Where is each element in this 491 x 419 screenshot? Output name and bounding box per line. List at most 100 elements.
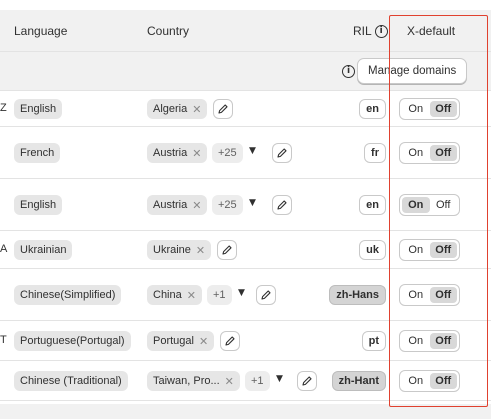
info-icon[interactable]: i	[342, 65, 355, 78]
language-chip: Chinese (Traditional)	[14, 371, 128, 391]
country-label: Taiwan, Pro...	[153, 375, 220, 387]
table-footer	[0, 404, 491, 419]
info-icon[interactable]: i	[374, 24, 388, 38]
pencil-icon	[260, 289, 272, 301]
country-chip: Ukraine ✕	[147, 240, 212, 260]
header-ril: RIL i	[353, 24, 388, 38]
table-row: A Ukrainian Ukraine ✕ uk On Off	[0, 231, 491, 269]
toggle-off-option[interactable]: Off	[429, 333, 457, 349]
language-label: Chinese(Simplified)	[20, 289, 116, 301]
ril-code: en	[359, 195, 386, 215]
edit-button[interactable]	[213, 99, 233, 119]
header-x-default: X-default	[407, 24, 456, 38]
country-label: Austria	[153, 147, 188, 159]
x-default-toggle[interactable]: On Off	[399, 142, 460, 164]
language-chip: English	[14, 99, 63, 119]
remove-icon[interactable]: ✕	[187, 289, 196, 302]
chevron-down-icon[interactable]: ▼	[249, 198, 256, 208]
language-label: French	[20, 147, 55, 159]
manage-domains-button[interactable]: Manage domains	[357, 58, 468, 84]
ril-code: pt	[361, 331, 386, 351]
more-countries-badge[interactable]: +1	[207, 285, 232, 305]
edit-button[interactable]	[217, 240, 237, 260]
toggle-off-option[interactable]: Off	[429, 101, 457, 117]
chevron-down-icon[interactable]: ▼	[238, 288, 245, 298]
language-chip: English	[14, 195, 63, 215]
remove-icon[interactable]: ✕	[192, 103, 201, 116]
country-label: Ukraine	[153, 244, 191, 256]
toggle-on-option[interactable]: On	[402, 333, 430, 349]
language-chip: Chinese(Simplified)	[14, 285, 122, 305]
chevron-down-icon[interactable]: ▼	[249, 146, 256, 156]
toggle-off-option[interactable]: Off	[429, 287, 457, 303]
language-label: Ukrainian	[20, 244, 67, 256]
country-label: Portugal	[153, 335, 194, 347]
x-default-toggle[interactable]: On Off	[399, 239, 460, 261]
table-row: Z English Algeria ✕ en On Off	[0, 91, 491, 127]
more-countries-badge[interactable]: +25	[212, 143, 243, 163]
table-row: French Austria ✕ +25 ▼ fr On Off	[0, 127, 491, 179]
x-default-toggle[interactable]: On Off	[399, 194, 460, 216]
ril-code: zh-Hant	[331, 371, 386, 391]
edit-button[interactable]	[220, 331, 240, 351]
language-chip: Portuguese(Portugal)	[14, 331, 131, 351]
pencil-icon	[224, 335, 236, 347]
edit-button[interactable]	[256, 285, 276, 305]
x-default-toggle[interactable]: On Off	[399, 370, 460, 392]
header-language: Language	[14, 24, 68, 38]
x-default-toggle[interactable]: On Off	[399, 98, 460, 120]
table-row: Chinese (Traditional) Taiwan, Pro... ✕ +1 ▼ z…	[0, 361, 491, 401]
country-chip: Austria ✕	[147, 143, 208, 163]
more-countries-badge[interactable]: +25	[212, 195, 243, 215]
table-header: Language Country RIL i X-default	[0, 10, 491, 52]
ril-code: en	[359, 99, 386, 119]
ril-code: uk	[359, 240, 386, 260]
toggle-off-option[interactable]: Off	[430, 197, 458, 213]
table-row: T Portuguese(Portugal) Portugal ✕ pt On Off	[0, 321, 491, 361]
chevron-down-icon[interactable]: ▼	[276, 374, 283, 384]
country-label: Algeria	[153, 103, 188, 115]
country-chip: China ✕	[147, 285, 202, 305]
remove-icon[interactable]: ✕	[199, 335, 208, 348]
language-chip: Ukrainian	[14, 240, 73, 260]
ril-code: zh-Hans	[329, 285, 386, 305]
language-chip: French	[14, 143, 61, 163]
toggle-off-option[interactable]: Off	[429, 373, 457, 389]
remove-icon[interactable]: ✕	[192, 199, 201, 212]
ril-code: fr	[364, 143, 386, 163]
language-label: Chinese (Traditional)	[20, 375, 122, 387]
header-ril-label: RIL	[353, 24, 372, 38]
toggle-on-option[interactable]: On	[402, 145, 430, 161]
row-edge-text: A	[0, 243, 8, 255]
country-chip: Algeria ✕	[147, 99, 208, 119]
edit-button[interactable]	[297, 371, 317, 391]
toggle-off-option[interactable]: Off	[429, 242, 457, 258]
row-edge-text: Z	[0, 102, 7, 114]
edit-button[interactable]	[272, 195, 292, 215]
toggle-on-option[interactable]: On	[402, 287, 430, 303]
row-edge-text: T	[0, 334, 7, 346]
remove-icon[interactable]: ✕	[196, 244, 205, 257]
toggle-on-option[interactable]: On	[402, 242, 430, 258]
country-chip: Taiwan, Pro... ✕	[147, 371, 240, 391]
x-default-toggle[interactable]: On Off	[399, 330, 460, 352]
toggle-off-option[interactable]: Off	[429, 145, 457, 161]
country-label: Austria	[153, 199, 188, 211]
remove-icon[interactable]: ✕	[225, 375, 234, 388]
pencil-icon	[276, 147, 288, 159]
pencil-icon	[221, 244, 233, 256]
edit-button[interactable]	[272, 143, 292, 163]
pencil-icon	[301, 375, 313, 387]
pencil-icon	[276, 199, 288, 211]
language-label: English	[20, 103, 57, 115]
toggle-on-option[interactable]: On	[402, 197, 430, 213]
toggle-on-option[interactable]: On	[402, 101, 430, 117]
language-label: English	[20, 199, 57, 211]
more-countries-badge[interactable]: +1	[245, 371, 270, 391]
toggle-on-option[interactable]: On	[402, 373, 430, 389]
x-default-toggle[interactable]: On Off	[399, 284, 460, 306]
table-row: English Austria ✕ +25 ▼ en On Off	[0, 179, 491, 231]
remove-icon[interactable]: ✕	[192, 147, 201, 160]
country-label: China	[153, 289, 182, 301]
country-chip: Austria ✕	[147, 195, 208, 215]
